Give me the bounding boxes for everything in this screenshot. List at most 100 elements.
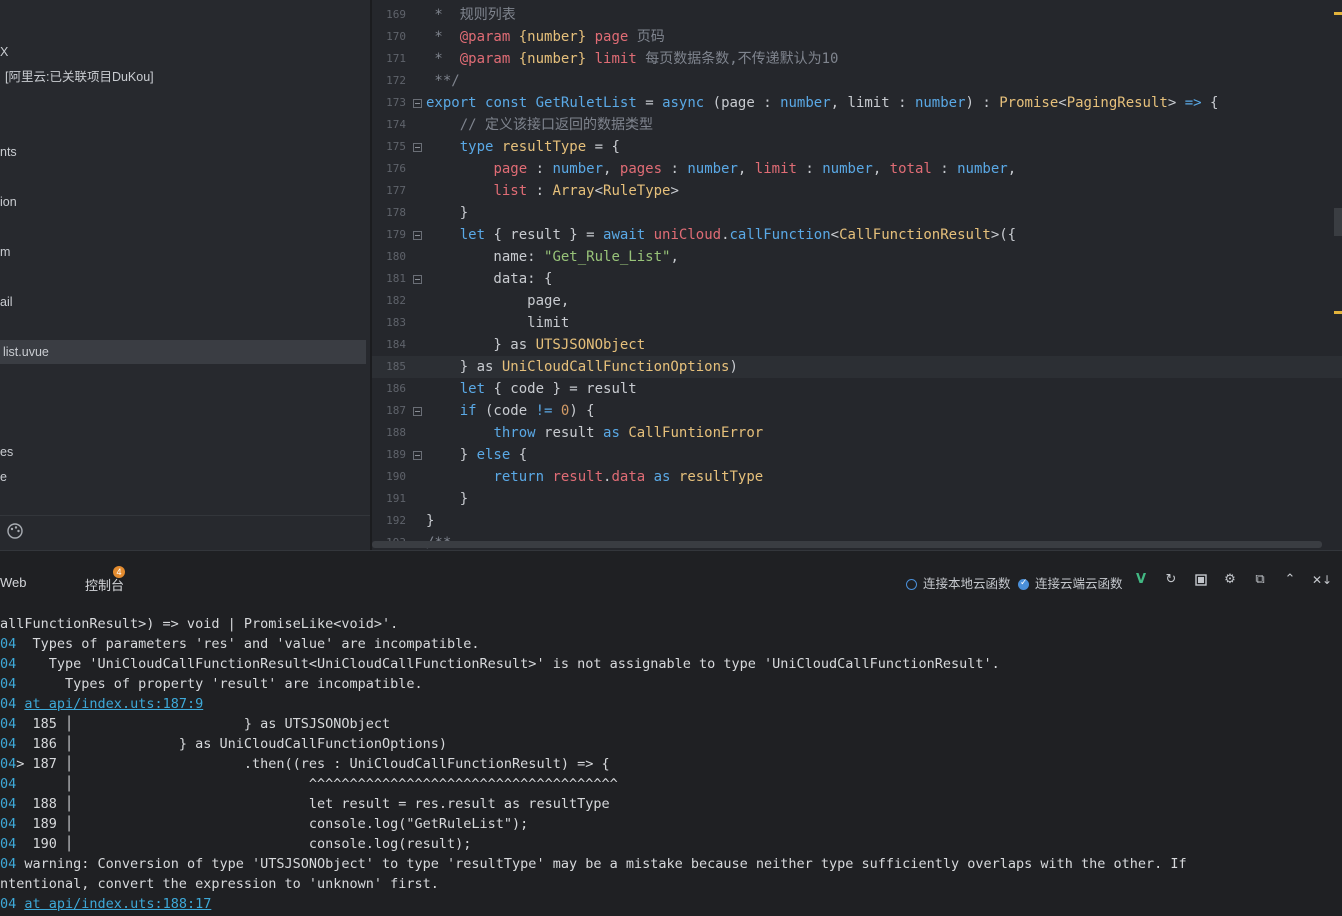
code-line[interactable]: 190 return result.data as resultType bbox=[372, 466, 1342, 488]
code-token: < bbox=[830, 227, 840, 243]
code-editor[interactable]: 169 * 规则列表 170 * @param {number} page 页码 1… bbox=[372, 0, 1342, 550]
connect-local-option[interactable]: 连接本地云函数 bbox=[906, 573, 1011, 592]
sidebar-item[interactable]: e bbox=[0, 465, 7, 489]
code-token: resultType bbox=[678, 469, 764, 485]
fold-toggle-icon[interactable] bbox=[413, 143, 422, 152]
code-token: >({ bbox=[990, 227, 1017, 243]
code-line[interactable]: 173 export const GetRuletList = async (pa… bbox=[372, 92, 1342, 114]
clear-icon[interactable]: ✕↓ bbox=[1312, 572, 1332, 588]
console-text: allFunctionResult>) => void | PromiseLik… bbox=[0, 616, 399, 632]
radio-checked-icon[interactable] bbox=[1018, 577, 1029, 590]
code-token: RuleType bbox=[603, 183, 671, 199]
code-line[interactable]: 185 } as UniCloudCallFunctionOptions) bbox=[372, 356, 1342, 378]
code-line[interactable]: 172 **/ bbox=[372, 70, 1342, 92]
line-number: 172 bbox=[386, 74, 406, 87]
code-token: } as bbox=[426, 359, 502, 375]
connect-local-label: 连接本地云函数 bbox=[923, 577, 1011, 591]
code-line[interactable]: 170 * @param {number} page 页码 bbox=[372, 26, 1342, 48]
code-text: if (code != 0) { bbox=[426, 400, 595, 422]
refresh-icon[interactable]: ↻ bbox=[1163, 572, 1179, 588]
code-token: { code } = result bbox=[485, 381, 637, 397]
horizontal-scrollbar[interactable] bbox=[372, 541, 1322, 548]
code-line[interactable]: 171 * @param {number} limit 每页数据条数,不传递默认… bbox=[372, 48, 1342, 70]
code-token: : bbox=[527, 183, 553, 199]
code-token: Array bbox=[552, 183, 595, 199]
console-line: 04 185 │ } as UTSJSONObject bbox=[0, 714, 390, 734]
code-line[interactable]: 183 limit bbox=[372, 312, 1342, 334]
code-token: != bbox=[535, 403, 553, 419]
vertical-scrollbar[interactable] bbox=[1334, 208, 1342, 236]
line-number: 191 bbox=[386, 492, 406, 505]
code-line[interactable]: 177 list : Array<RuleType> bbox=[372, 180, 1342, 202]
line-number: 176 bbox=[386, 162, 406, 175]
code-token: @param bbox=[459, 29, 511, 45]
stop-icon[interactable] bbox=[1193, 572, 1209, 588]
sidebar-item[interactable]: [阿里云:已关联项目DuKou] bbox=[5, 65, 154, 89]
code-line[interactable]: 179 let { result } = await uniCloud.call… bbox=[372, 224, 1342, 246]
code-token: list bbox=[493, 183, 528, 199]
sidebar-item[interactable]: ail bbox=[0, 290, 13, 314]
code-token: "Get_Rule_List" bbox=[544, 249, 671, 265]
code-line[interactable]: 187 if (code != 0) { bbox=[372, 400, 1342, 422]
source-link[interactable]: at api/index.uts:187:9 bbox=[24, 696, 203, 712]
code-token: Promise bbox=[999, 95, 1059, 111]
code-line[interactable]: 176 page : number, pages : number, limit… bbox=[372, 158, 1342, 180]
source-link[interactable]: at api/index.uts:188:17 bbox=[24, 896, 211, 912]
code-text: * @param {number} limit 每页数据条数,不传递默认为10 bbox=[426, 48, 838, 70]
sidebar-item[interactable]: ion bbox=[0, 190, 17, 214]
line-number: 187 bbox=[386, 404, 406, 417]
chevron-up-icon[interactable]: ⌃ bbox=[1282, 572, 1298, 588]
fold-toggle-icon[interactable] bbox=[413, 99, 422, 108]
sidebar-item[interactable]: nts bbox=[0, 140, 17, 164]
console-text: 188 │ let result = res.result as resultT… bbox=[16, 796, 610, 812]
fold-toggle-icon[interactable] bbox=[413, 275, 422, 284]
palette-icon[interactable] bbox=[6, 522, 24, 540]
sidebar-item[interactable]: list.uvue bbox=[0, 340, 366, 364]
sidebar-item[interactable]: X bbox=[0, 40, 8, 64]
code-token: = bbox=[636, 95, 663, 111]
code-line[interactable]: 188 throw result as CallFuntionError bbox=[372, 422, 1342, 444]
connect-cloud-option[interactable]: 连接云端云函数 bbox=[1018, 573, 1123, 592]
code-text: type resultType = { bbox=[426, 136, 620, 158]
fold-toggle-icon[interactable] bbox=[413, 451, 422, 460]
code-line[interactable]: 184 } as UTSJSONObject bbox=[372, 334, 1342, 356]
radio-icon[interactable] bbox=[906, 579, 917, 590]
line-prefix: 04 bbox=[0, 756, 17, 772]
code-token: UniCloudCallFunctionOptions bbox=[501, 359, 730, 375]
sidebar-item[interactable]: es bbox=[0, 440, 13, 464]
open-external-icon[interactable]: ⧉ bbox=[1252, 572, 1268, 588]
line-prefix: 04 bbox=[0, 776, 17, 792]
line-number: 184 bbox=[386, 338, 406, 351]
code-token: , bbox=[670, 249, 679, 265]
tab-web[interactable]: Web bbox=[0, 575, 27, 590]
code-line[interactable]: 191 } bbox=[372, 488, 1342, 510]
code-token: . bbox=[721, 227, 730, 243]
code-line[interactable]: 189 } else { bbox=[372, 444, 1342, 466]
code-token: {number} bbox=[518, 51, 587, 67]
code-token: ) : bbox=[965, 95, 1000, 111]
code-text: **/ bbox=[426, 70, 459, 92]
line-prefix: 04 bbox=[0, 856, 17, 872]
line-number: 170 bbox=[386, 30, 406, 43]
code-line[interactable]: 192} bbox=[372, 510, 1342, 532]
fold-toggle-icon[interactable] bbox=[413, 231, 422, 240]
code-line[interactable]: 181 data: { bbox=[372, 268, 1342, 290]
code-line[interactable]: 180 name: "Get_Rule_List", bbox=[372, 246, 1342, 268]
sidebar-item[interactable]: m bbox=[0, 240, 10, 264]
code-token: < bbox=[1058, 95, 1067, 111]
code-line[interactable]: 182 page, bbox=[372, 290, 1342, 312]
code-line[interactable]: 175 type resultType = { bbox=[372, 136, 1342, 158]
line-prefix: 04 bbox=[0, 816, 17, 832]
vue-icon[interactable]: V bbox=[1133, 572, 1149, 588]
code-line[interactable]: 186 let { code } = result bbox=[372, 378, 1342, 400]
code-token: number bbox=[780, 95, 831, 111]
code-line[interactable]: 178 } bbox=[372, 202, 1342, 224]
code-line[interactable]: 174 // 定义该接口返回的数据类型 bbox=[372, 114, 1342, 136]
debug-icon[interactable]: ⚙ bbox=[1222, 572, 1238, 588]
code-line[interactable]: 169 * 规则列表 bbox=[372, 4, 1342, 26]
code-token: page bbox=[594, 29, 629, 45]
fold-toggle-icon[interactable] bbox=[413, 407, 422, 416]
